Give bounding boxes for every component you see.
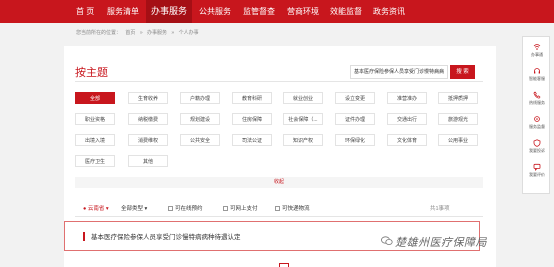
- breadcrumb-affairs[interactable]: 办事服务: [147, 30, 167, 36]
- nav-item-efficiency[interactable]: 效能监督: [330, 0, 362, 23]
- shield-icon: [533, 139, 541, 147]
- location-pin-icon: ●: [83, 206, 87, 212]
- online-payment-checkbox[interactable]: 可网上支付: [223, 203, 258, 215]
- chip-consumer-rights[interactable]: 消费维权: [128, 134, 168, 146]
- nav-item-affairs[interactable]: 办事服务: [146, 0, 193, 23]
- location-filter[interactable]: ● 云南省 ▾: [83, 203, 109, 215]
- chip-all[interactable]: 全部: [75, 92, 115, 104]
- chip-qualification[interactable]: 职业资格: [75, 113, 115, 125]
- breadcrumb-sep: »: [171, 30, 175, 36]
- search-button[interactable]: 搜 索: [450, 65, 475, 79]
- chip-notary[interactable]: 司法公证: [232, 134, 272, 146]
- checkbox-icon: [223, 206, 228, 211]
- side-item-hotline[interactable]: 热线服务: [523, 91, 551, 106]
- location-label: 云南省: [87, 206, 105, 212]
- breadcrumb: 您当前所在的位置： 首页 » 办事服务 » 个人办事: [76, 29, 202, 36]
- nav-item-supervision[interactable]: 监管督查: [243, 0, 275, 23]
- chip-certificates[interactable]: 证件办理: [335, 113, 375, 125]
- online-booking-checkbox[interactable]: 可在线预约: [168, 203, 203, 215]
- total-count: 共1事项: [430, 206, 450, 212]
- chip-household[interactable]: 户籍办理: [180, 92, 220, 104]
- chip-transport[interactable]: 交通出行: [387, 113, 427, 125]
- chip-tourism[interactable]: 旅游观光: [438, 113, 478, 125]
- collapse-button[interactable]: 收起: [75, 177, 483, 188]
- chip-birth-adoption[interactable]: 生育收养: [128, 92, 168, 104]
- chip-social-security[interactable]: 社会保障（...: [283, 113, 323, 125]
- nav-item-home[interactable]: 首 页: [76, 0, 94, 23]
- chevron-down-icon: ▾: [105, 206, 109, 212]
- breadcrumb-personal: 个人办事: [178, 30, 199, 36]
- side-item-label: 我要投诉: [529, 148, 545, 153]
- gear-icon: [533, 115, 541, 123]
- chat-icon: [533, 163, 541, 171]
- chip-employment[interactable]: 就业创业: [283, 92, 323, 104]
- theme-title[interactable]: 按主题: [75, 64, 108, 80]
- side-item-label: 热线服务: [529, 100, 545, 105]
- result-title[interactable]: 基本医疗保险参保人员享受门诊慢特病病种待遇认定: [91, 231, 241, 241]
- online-payment-label: 可网上支付: [230, 206, 258, 212]
- chip-planning[interactable]: 规划建设: [180, 113, 220, 125]
- side-item-supervision[interactable]: 服务监督: [523, 115, 551, 130]
- online-booking-label: 可在线预约: [175, 206, 203, 212]
- side-item-label: 智能客服: [529, 76, 545, 81]
- chip-mortgage[interactable]: 抵押质押: [438, 92, 478, 104]
- nav-item-news[interactable]: 政务资讯: [373, 0, 405, 23]
- nav-item-public-service[interactable]: 公共服务: [199, 0, 231, 23]
- chip-healthcare[interactable]: 医疗卫生: [75, 155, 115, 167]
- chip-permit[interactable]: 准营准办: [387, 92, 427, 104]
- side-item-label: 办事通: [531, 52, 543, 57]
- phone-icon: [533, 91, 541, 99]
- checkbox-icon: [275, 206, 280, 211]
- breadcrumb-prefix: 您当前所在的位置：: [76, 30, 122, 36]
- express-label: 可快递物流: [282, 206, 310, 212]
- chip-ip[interactable]: 知识产权: [283, 134, 323, 146]
- chip-environment[interactable]: 环保绿化: [335, 134, 375, 146]
- top-nav: 首 页 服务清单 办事服务 公共服务 监管督查 营商环境 效能监督 政务资讯: [0, 0, 554, 23]
- checkbox-icon: [168, 206, 173, 211]
- express-checkbox[interactable]: 可快递物流: [275, 203, 310, 215]
- breadcrumb-sep: »: [139, 30, 143, 36]
- search-input[interactable]: 基本医疗保险参保人员享受门诊慢特病病: [350, 65, 448, 79]
- divider: [75, 81, 483, 82]
- side-toolbar: 办事通 智能客服 热线服务 服务监督 我要投诉 我要评价: [522, 36, 550, 194]
- type-label: 全部类型: [121, 206, 144, 212]
- chip-setup-change[interactable]: 设立变更: [335, 92, 375, 104]
- wifi-icon: [533, 43, 541, 51]
- result-marker: [83, 232, 85, 241]
- filter-bar: ● 云南省 ▾ 全部类型 ▾ 可在线预约 可网上支付 可快递物流 共1事项: [75, 203, 483, 215]
- chip-immigration[interactable]: 出境入境: [75, 134, 115, 146]
- pagination-button[interactable]: [279, 263, 289, 267]
- headset-icon: [533, 67, 541, 75]
- chip-housing[interactable]: 住房保障: [232, 113, 272, 125]
- chip-other[interactable]: 其他: [128, 155, 168, 167]
- side-item-label: 我要评价: [529, 172, 545, 177]
- nav-item-business-env[interactable]: 营商环境: [287, 0, 319, 23]
- nav-item-service-list[interactable]: 服务清单: [107, 0, 139, 23]
- side-item-smart-service[interactable]: 智能客服: [523, 67, 551, 82]
- chip-tax[interactable]: 纳税缴费: [128, 113, 168, 125]
- side-item-complaint[interactable]: 我要投诉: [523, 139, 551, 154]
- type-filter[interactable]: 全部类型 ▾: [121, 203, 147, 215]
- side-item-app[interactable]: 办事通: [523, 43, 551, 58]
- chip-public-safety[interactable]: 公共安全: [180, 134, 220, 146]
- side-item-label: 服务监督: [529, 124, 545, 129]
- chip-utilities[interactable]: 公用事业: [438, 134, 478, 146]
- chip-education[interactable]: 教育科研: [232, 92, 272, 104]
- chevron-down-icon: ▾: [144, 206, 148, 212]
- breadcrumb-home[interactable]: 首页: [125, 30, 135, 36]
- divider: [75, 216, 483, 217]
- chip-culture-sports[interactable]: 文化体育: [387, 134, 427, 146]
- side-item-evaluate[interactable]: 我要评价: [523, 163, 551, 178]
- watermark-text: 楚雄州医疗保障局: [395, 237, 487, 249]
- wechat-logo-icon: [381, 236, 393, 246]
